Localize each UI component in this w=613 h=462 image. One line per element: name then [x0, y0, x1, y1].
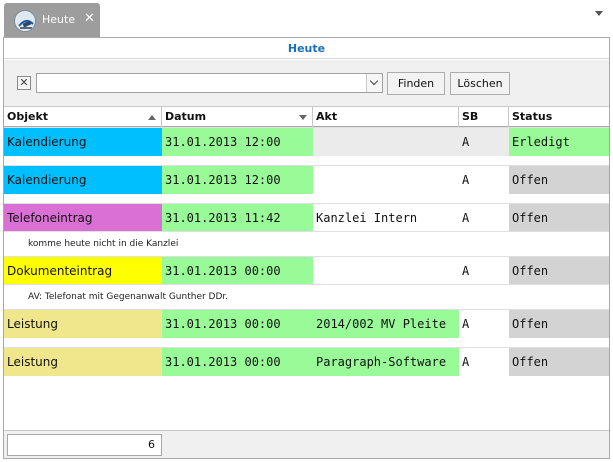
column-label: Status — [512, 110, 553, 123]
cell-akt[interactable]: Kanzlei Intern — [313, 204, 459, 232]
search-input[interactable] — [39, 75, 364, 91]
grid-header: Objekt Datum Akt SB Status — [4, 106, 609, 127]
cell-status[interactable]: Offen — [509, 166, 609, 194]
row-spacer — [4, 155, 609, 165]
cell-sb[interactable]: A — [459, 310, 509, 338]
cell-objekt[interactable]: Kalendierung — [4, 128, 162, 156]
row-spacer — [4, 193, 609, 203]
cell-objekt[interactable]: Leistung — [4, 310, 162, 338]
column-label: SB — [462, 110, 479, 123]
cell-sb[interactable]: A — [459, 204, 509, 232]
cell-sb[interactable]: A — [459, 348, 509, 376]
cell-objekt[interactable]: Leistung — [4, 348, 162, 376]
cell-akt[interactable]: Paragraph-Software — [313, 348, 459, 376]
grid-rows: Kalendierung 31.01.2013 12:00 A Erledigt Kal… — [4, 127, 609, 376]
chevron-down-icon[interactable] — [595, 11, 603, 16]
filter-bar: ✕ Finden Löschen — [4, 60, 609, 106]
row-spacer — [4, 337, 609, 347]
column-label: Objekt — [7, 110, 49, 123]
search-combo[interactable] — [36, 73, 383, 93]
cell-objekt[interactable]: Kalendierung — [4, 166, 162, 194]
find-button[interactable]: Finden — [387, 72, 445, 95]
table-row[interactable]: Leistung 31.01.2013 00:00 Paragraph-Softwa… — [4, 347, 609, 376]
column-header-datum[interactable]: Datum — [162, 107, 313, 127]
sort-ascending-icon — [148, 115, 156, 120]
cell-status[interactable]: Offen — [509, 257, 609, 285]
cell-akt[interactable] — [313, 128, 459, 156]
column-header-objekt[interactable]: Objekt — [4, 107, 162, 127]
cell-status[interactable]: Erledigt — [509, 128, 609, 156]
cell-sb[interactable]: A — [459, 128, 509, 156]
table-row[interactable]: Kalendierung 31.01.2013 12:00 A Offen — [4, 165, 609, 194]
table-row[interactable]: Leistung 31.01.2013 00:00 2014/002 MV Plei… — [4, 309, 609, 338]
cell-datum[interactable]: 31.01.2013 12:00 — [162, 166, 313, 194]
cell-sb[interactable]: A — [459, 166, 509, 194]
cell-akt[interactable]: 2014/002 MV Pleite — [313, 310, 459, 338]
table-row[interactable]: Kalendierung 31.01.2013 12:00 A Erledigt — [4, 127, 609, 156]
cell-status[interactable]: Offen — [509, 204, 609, 232]
tab-label: Heute — [42, 13, 76, 26]
cell-datum[interactable]: 31.01.2013 12:00 — [162, 128, 313, 156]
column-label: Datum — [165, 110, 207, 123]
chevron-down-icon[interactable] — [366, 74, 382, 92]
judge-gavel-icon — [14, 10, 36, 32]
cell-status[interactable]: Offen — [509, 310, 609, 338]
row-note: AV: Telefonat mit Gegenanwalt Gunther DD… — [4, 284, 609, 309]
cell-status[interactable]: Offen — [509, 348, 609, 376]
panel-title: Heute — [4, 38, 609, 59]
cell-datum[interactable]: 31.01.2013 00:00 — [162, 310, 313, 338]
grid-footer: 6 — [4, 430, 609, 458]
row-note: komme heute nicht in die Kanzlei — [4, 231, 609, 256]
table-row[interactable]: Telefoneintrag 31.01.2013 11:42 Kanzlei In… — [4, 203, 609, 232]
cell-datum[interactable]: 31.01.2013 11:42 — [162, 204, 313, 232]
cell-objekt[interactable]: Telefoneintrag — [4, 204, 162, 232]
column-header-sb[interactable]: SB — [459, 107, 509, 127]
main-panel: Heute ✕ Finden Löschen Objekt Datum Akt … — [3, 37, 610, 459]
cell-datum[interactable]: 31.01.2013 00:00 — [162, 348, 313, 376]
column-header-akt[interactable]: Akt — [313, 107, 459, 127]
column-header-status[interactable]: Status — [509, 107, 609, 127]
close-icon[interactable]: ✕ — [84, 11, 95, 26]
tab-heute[interactable]: Heute ✕ — [4, 3, 100, 37]
table-row[interactable]: Dokumenteintrag 31.01.2013 00:00 A Offen — [4, 256, 609, 285]
sort-descending-icon — [299, 115, 307, 120]
cell-sb[interactable]: A — [459, 257, 509, 285]
row-count: 6 — [7, 434, 162, 456]
clear-filter-button[interactable]: ✕ — [17, 76, 31, 90]
column-label: Akt — [316, 110, 338, 123]
tab-strip: Heute ✕ — [0, 0, 613, 37]
cell-datum[interactable]: 31.01.2013 00:00 — [162, 257, 313, 285]
delete-button[interactable]: Löschen — [450, 72, 510, 95]
cell-akt[interactable] — [313, 257, 459, 285]
cell-akt[interactable] — [313, 166, 459, 194]
cell-objekt[interactable]: Dokumenteintrag — [4, 257, 162, 285]
